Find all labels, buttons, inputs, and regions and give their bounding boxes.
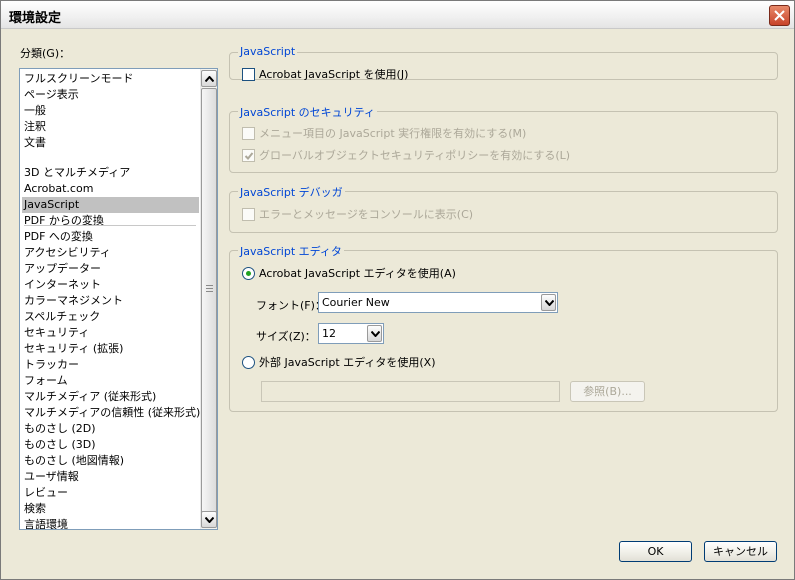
category-item[interactable]: セキュリティ (拡張) xyxy=(22,341,199,357)
category-item[interactable]: フォーム xyxy=(22,373,199,389)
external-editor-path-input[interactable] xyxy=(261,381,560,402)
chevron-down-icon xyxy=(205,517,214,523)
external-editor-label: 外部 JavaScript エディタを使用(X) xyxy=(259,356,436,369)
browse-button[interactable]: 参照(B)... xyxy=(570,381,645,402)
global-policy-label: グローバルオブジェクトセキュリティポリシーを有効にする(L) xyxy=(259,149,571,162)
javascript-group-legend: JavaScript xyxy=(238,45,298,58)
grip-icon xyxy=(206,285,213,292)
category-item[interactable]: PDF からの変換 xyxy=(22,213,199,229)
category-item[interactable]: JavaScript xyxy=(22,197,199,213)
javascript-group: JavaScript Acrobat JavaScript を使用(J) xyxy=(229,45,778,81)
category-item[interactable]: 注釈 xyxy=(22,119,199,135)
font-select[interactable]: Courier New xyxy=(318,292,558,313)
javascript-editor-group: JavaScript エディタ Acrobat JavaScript エディタを… xyxy=(229,243,778,412)
categories-separator xyxy=(24,225,196,226)
scroll-down-button[interactable] xyxy=(201,511,217,528)
category-item[interactable]: アップデーター xyxy=(22,261,199,277)
close-icon xyxy=(774,10,785,21)
cancel-button[interactable]: キャンセル xyxy=(704,541,777,562)
category-item[interactable]: ユーザ情報 xyxy=(22,469,199,485)
category-item[interactable]: レビュー xyxy=(22,485,199,501)
javascript-security-legend: JavaScript のセキュリティ xyxy=(238,104,377,120)
categories-list[interactable]: フルスクリーンモード ページ表示 一般 注釈 文書 3D とマルチメディア Acrobat.… xyxy=(19,68,218,530)
category-item[interactable]: Acrobat.com xyxy=(22,181,199,197)
category-item[interactable]: 言語環境 xyxy=(22,517,199,529)
size-dropdown-button[interactable] xyxy=(367,325,382,342)
category-item[interactable]: 3D とマルチメディア xyxy=(22,165,199,181)
javascript-security-group: JavaScript のセキュリティ メニュー項目の JavaScript 実行… xyxy=(229,104,778,173)
category-item[interactable]: ものさし (3D) xyxy=(22,437,199,453)
size-select[interactable]: 12 xyxy=(318,323,384,344)
font-dropdown-button[interactable] xyxy=(541,294,556,311)
category-item[interactable]: カラーマネジメント xyxy=(22,293,199,309)
categories-scrollbar[interactable] xyxy=(200,69,217,529)
categories-label: 分類(G)： xyxy=(20,47,71,60)
size-label: サイズ(Z)： xyxy=(256,330,316,343)
scroll-up-button[interactable] xyxy=(201,70,217,87)
size-select-value: 12 xyxy=(322,327,336,340)
enable-javascript-box[interactable] xyxy=(242,68,255,81)
category-item[interactable]: PDF への変換 xyxy=(22,229,199,245)
chevron-up-icon xyxy=(205,76,214,82)
category-item[interactable]: セキュリティ xyxy=(22,325,199,341)
external-editor-radio-button[interactable] xyxy=(242,356,255,369)
category-item[interactable]: マルチメディア (従来形式) xyxy=(22,389,199,405)
category-item[interactable]: インターネット xyxy=(22,277,199,293)
category-item[interactable]: アクセシビリティ xyxy=(22,245,199,261)
title-bar[interactable]: 環境設定 xyxy=(1,1,794,29)
console-output-label: エラーとメッセージをコンソールに表示(C) xyxy=(259,208,474,221)
category-item[interactable]: 検索 xyxy=(22,501,199,517)
category-item[interactable]: 文書 xyxy=(22,135,199,151)
category-item[interactable]: ページ表示 xyxy=(22,87,199,103)
javascript-editor-legend: JavaScript エディタ xyxy=(238,243,344,259)
acrobat-editor-radio-button[interactable] xyxy=(242,267,255,280)
menu-javascript-box[interactable] xyxy=(242,127,255,140)
chevron-down-icon xyxy=(545,300,554,306)
close-button[interactable] xyxy=(769,5,790,26)
enable-javascript-label: Acrobat JavaScript を使用(J) xyxy=(259,68,409,81)
category-item[interactable]: トラッカー xyxy=(22,357,199,373)
menu-javascript-label: メニュー項目の JavaScript 実行権限を有効にする(M) xyxy=(259,127,527,140)
chevron-down-icon xyxy=(371,331,380,337)
javascript-debugger-legend: JavaScript デバッガ xyxy=(238,184,345,200)
javascript-debugger-group: JavaScript デバッガ エラーとメッセージをコンソールに表示(C) xyxy=(229,184,778,233)
category-item[interactable]: ものさし (地図情報) xyxy=(22,453,199,469)
scroll-thumb[interactable] xyxy=(201,88,217,514)
window-title: 環境設定 xyxy=(9,11,62,26)
category-item[interactable]: マルチメディアの信頼性 (従来形式) xyxy=(22,405,200,421)
radio-selected-dot xyxy=(246,271,251,276)
ok-button[interactable]: OK xyxy=(619,541,692,562)
category-item[interactable]: フルスクリーンモード xyxy=(22,71,199,87)
preferences-dialog: 環境設定 分類(G)： フルスクリーンモード ページ表示 一般 注釈 文書 3D とマルチ… xyxy=(0,0,795,580)
category-item[interactable]: ものさし (2D) xyxy=(22,421,199,437)
global-policy-box[interactable] xyxy=(242,149,255,162)
console-output-box[interactable] xyxy=(242,208,255,221)
checkmark-icon xyxy=(244,152,254,160)
font-select-value: Courier New xyxy=(322,296,390,309)
font-label: フォント(F)： xyxy=(256,299,326,312)
acrobat-editor-label: Acrobat JavaScript エディタを使用(A) xyxy=(259,267,456,280)
category-item[interactable]: 一般 xyxy=(22,103,199,119)
category-item[interactable]: スペルチェック xyxy=(22,309,199,325)
